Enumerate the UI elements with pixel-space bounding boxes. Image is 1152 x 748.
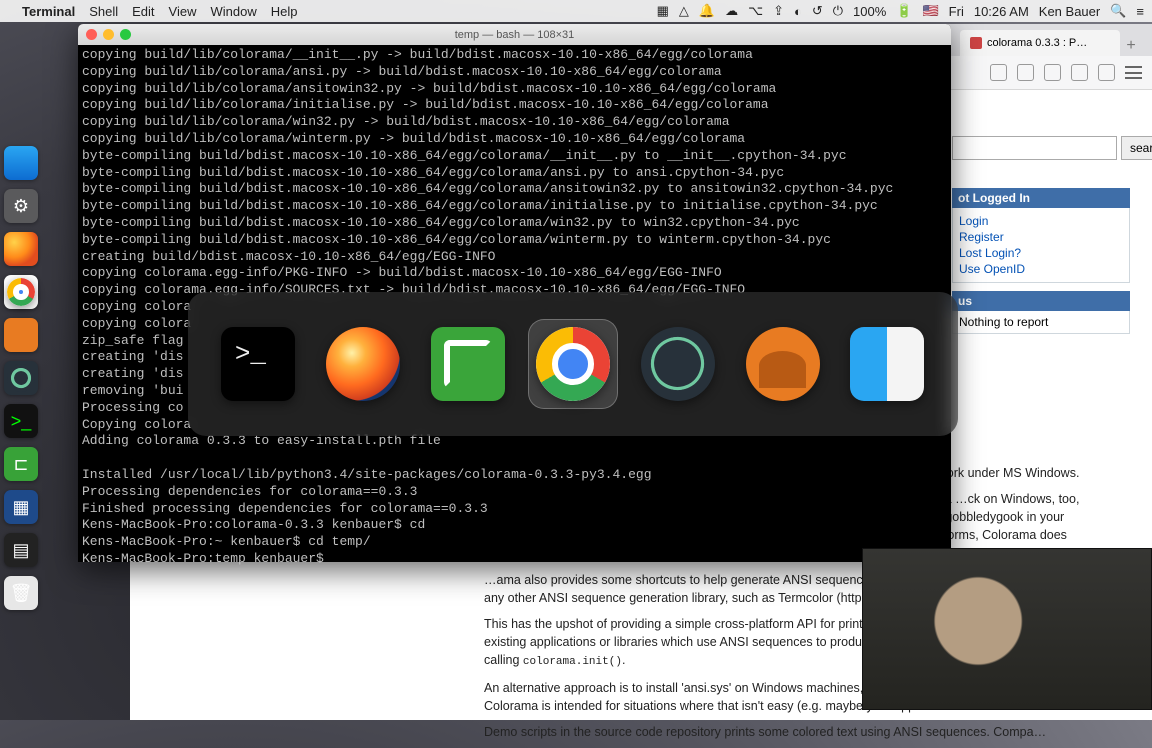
menubar-tray-icon[interactable]: ◐ xyxy=(794,4,802,19)
tab-title: colorama 0.3.3 : P… xyxy=(987,37,1087,49)
lost-login-link[interactable]: Lost Login? xyxy=(959,246,1123,260)
clock-time[interactable]: 10:26 AM xyxy=(974,4,1029,19)
app-icon[interactable]: ▦ xyxy=(4,490,38,524)
search-button[interactable]: search xyxy=(1121,136,1152,160)
switcher-firefox-icon[interactable] xyxy=(318,319,408,409)
terminal-title: temp — bash — 108×31 xyxy=(78,29,951,41)
new-tab-button[interactable]: + xyxy=(1120,36,1142,56)
minimize-icon[interactable] xyxy=(103,29,114,40)
openid-link[interactable]: Use OpenID xyxy=(959,262,1123,276)
search-input[interactable] xyxy=(952,136,1117,160)
menu-edit[interactable]: Edit xyxy=(132,4,154,19)
flag-icon[interactable]: 🇺🇸 xyxy=(922,3,938,19)
pypi-sidebar: search ot Logged In Login Register Lost … xyxy=(952,136,1130,334)
ext-icon[interactable] xyxy=(990,64,1007,81)
menu-window[interactable]: Window xyxy=(211,4,257,19)
hamburger-icon[interactable] xyxy=(1125,66,1142,79)
menubar-tray-icon[interactable]: ↺ xyxy=(812,3,823,19)
battery-icon[interactable]: 🔋 xyxy=(896,3,912,19)
system-prefs-icon[interactable]: ⚙ xyxy=(4,189,38,223)
menubar-tray-icon[interactable]: ☁ xyxy=(725,3,738,19)
ext-icon[interactable] xyxy=(1017,64,1034,81)
menubar-tray-icon[interactable]: 🔔 xyxy=(699,3,715,19)
user-name[interactable]: Ken Bauer xyxy=(1039,4,1100,19)
app-name[interactable]: Terminal xyxy=(22,4,75,19)
app-icon[interactable]: ▤ xyxy=(4,533,38,567)
close-icon[interactable] xyxy=(86,29,97,40)
desc-para: Demo scripts in the source code reposito… xyxy=(484,723,1084,741)
menubar: Terminal Shell Edit View Window Help ▦ △… xyxy=(0,0,1152,22)
terminal-icon[interactable]: >_ xyxy=(4,404,38,438)
terminal-icon xyxy=(221,327,295,401)
finder-icon[interactable] xyxy=(4,146,38,180)
atom-icon[interactable] xyxy=(4,361,38,395)
switcher-terminal-icon[interactable] xyxy=(213,319,303,409)
menubar-tray-icon[interactable]: ▦ xyxy=(657,3,669,19)
camtasia-icon xyxy=(431,327,505,401)
ext-icon[interactable] xyxy=(1098,64,1115,81)
notification-icon[interactable]: ≡ xyxy=(1136,4,1144,19)
switcher-sublime-icon[interactable] xyxy=(738,319,828,409)
register-link[interactable]: Register xyxy=(959,230,1123,244)
chrome-icon[interactable] xyxy=(4,275,38,309)
status-panel-body: Nothing to report xyxy=(952,311,1130,334)
menu-help[interactable]: Help xyxy=(271,4,298,19)
menubar-tray-icon[interactable]: △ xyxy=(679,3,689,19)
trash-icon[interactable]: 🗑 xyxy=(4,576,38,610)
terminal-titlebar[interactable]: temp — bash — 108×31 xyxy=(78,24,951,45)
sublime-icon xyxy=(746,327,820,401)
status-panel-header: us xyxy=(952,291,1130,311)
tab-colorama[interactable]: colorama 0.3.3 : P… xyxy=(960,30,1120,56)
battery-pct[interactable]: 100% xyxy=(853,4,886,19)
login-link[interactable]: Login xyxy=(959,214,1123,228)
zoom-icon[interactable] xyxy=(120,29,131,40)
atom-icon xyxy=(641,327,715,401)
menu-view[interactable]: View xyxy=(169,4,197,19)
clock-day[interactable]: Fri xyxy=(949,4,964,19)
firefox-icon xyxy=(326,327,400,401)
dock: ⚙ >_ ⊏ ▦ ▤ 🗑 xyxy=(0,140,42,616)
menu-shell[interactable]: Shell xyxy=(89,4,118,19)
ext-icon[interactable] xyxy=(1071,64,1088,81)
switcher-camtasia-icon[interactable] xyxy=(423,319,513,409)
menubar-tray-icon[interactable]: ⇪ xyxy=(773,3,784,19)
webcam-overlay xyxy=(862,548,1152,710)
code-snippet: colorama.init() xyxy=(523,656,622,668)
login-panel-header: ot Logged In xyxy=(952,188,1130,208)
finder-icon xyxy=(850,327,924,401)
login-panel: Login Register Lost Login? Use OpenID xyxy=(952,208,1130,283)
switcher-atom-icon[interactable] xyxy=(633,319,723,409)
switcher-finder-icon[interactable] xyxy=(842,319,932,409)
chrome-icon xyxy=(536,327,610,401)
spotlight-icon[interactable]: 🔍 xyxy=(1110,3,1126,19)
app-switcher[interactable] xyxy=(188,292,958,436)
camtasia-icon[interactable]: ⊏ xyxy=(4,447,38,481)
ext-icon[interactable] xyxy=(1044,64,1061,81)
firefox-icon[interactable] xyxy=(4,232,38,266)
favicon-icon xyxy=(970,37,982,49)
switcher-chrome-icon[interactable] xyxy=(528,319,618,409)
sublime-icon[interactable] xyxy=(4,318,38,352)
menubar-tray-icon[interactable]: ⏻ xyxy=(833,3,843,19)
menubar-tray-icon[interactable]: ⌥ xyxy=(748,3,763,19)
